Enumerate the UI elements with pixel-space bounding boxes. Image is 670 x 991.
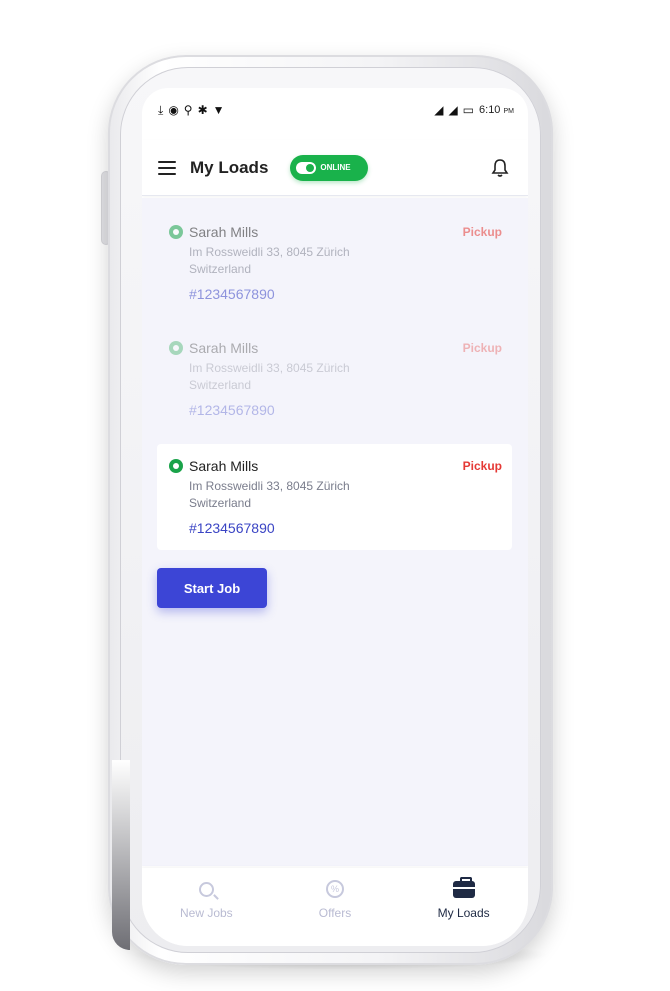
page-title: My Loads bbox=[190, 157, 269, 177]
nav-label: My Loads bbox=[437, 906, 490, 920]
load-id[interactable]: #1234567890 bbox=[189, 286, 502, 302]
battery-icon: ▭ bbox=[462, 103, 475, 117]
load-type-badge: Pickup bbox=[462, 459, 502, 473]
phone-screen: ⤓ ◉ ⚲ ✱ ▼ ◢ ◢ ▭ 6:10 PM My Loads ONLINE bbox=[142, 88, 528, 946]
nav-item-new-jobs[interactable]: New Jobs bbox=[151, 878, 261, 946]
status-right-icons: ◢ ◢ ▭ 6:10 PM bbox=[434, 104, 514, 116]
address-line-1: Im Rossweidli 33, 8045 Zürich bbox=[189, 479, 350, 493]
address-line-2: Switzerland bbox=[189, 262, 252, 276]
radio-selected-icon[interactable] bbox=[169, 341, 183, 355]
download-icon: ⤓ bbox=[158, 103, 164, 117]
status-time: 6:10 PM bbox=[479, 104, 514, 116]
load-address: Im Rossweidli 33, 8045 Zürich Switzerlan… bbox=[189, 244, 389, 278]
radio-selected-icon[interactable] bbox=[169, 459, 183, 473]
address-line-1: Im Rossweidli 33, 8045 Zürich bbox=[189, 361, 350, 375]
load-customer-name: Sarah Mills bbox=[189, 340, 259, 356]
phone-bottom-edge bbox=[112, 760, 130, 950]
load-id[interactable]: #1234567890 bbox=[189, 520, 502, 536]
location-icon: ⚲ bbox=[183, 103, 193, 117]
online-label: ONLINE bbox=[320, 163, 351, 172]
hotspot-icon: ◉ bbox=[168, 103, 179, 117]
address-line-2: Switzerland bbox=[189, 378, 252, 392]
address-line-1: Im Rossweidli 33, 8045 Zürich bbox=[189, 245, 350, 259]
nav-item-my-loads[interactable]: My Loads bbox=[409, 876, 519, 946]
load-type-badge: Pickup bbox=[462, 225, 502, 239]
hamburger-menu-icon[interactable] bbox=[158, 160, 176, 175]
address-line-2: Switzerland bbox=[189, 496, 252, 510]
status-left-icons: ⤓ ◉ ⚲ ✱ ▼ bbox=[158, 104, 225, 116]
load-address: Im Rossweidli 33, 8045 Zürich Switzerlan… bbox=[189, 478, 389, 512]
load-id[interactable]: #1234567890 bbox=[189, 402, 502, 418]
mockup-stage: ⤓ ◉ ⚲ ✱ ▼ ◢ ◢ ▭ 6:10 PM My Loads ONLINE bbox=[0, 0, 670, 991]
load-customer-name: Sarah Mills bbox=[189, 224, 259, 240]
bluetooth-icon: ✱ bbox=[197, 103, 208, 117]
online-toggle[interactable]: ONLINE bbox=[290, 154, 369, 181]
load-type-badge: Pickup bbox=[462, 341, 502, 355]
bottom-navigation: New Jobs % Offers My Loads bbox=[142, 868, 528, 946]
loads-list: Sarah Mills Pickup Im Rossweidli 33, 804… bbox=[142, 198, 528, 866]
nav-item-offers[interactable]: % Offers bbox=[280, 878, 390, 946]
radio-selected-icon[interactable] bbox=[169, 225, 183, 239]
nav-label: Offers bbox=[318, 906, 352, 920]
start-job-button[interactable]: Start Job bbox=[157, 568, 267, 608]
briefcase-icon bbox=[452, 876, 475, 900]
percent-badge-icon: % bbox=[325, 878, 344, 900]
wifi-icon: ▼ bbox=[212, 103, 225, 117]
bell-svg bbox=[491, 158, 509, 177]
app-bar: My Loads ONLINE bbox=[142, 140, 528, 196]
load-card[interactable]: Sarah Mills Pickup Im Rossweidli 33, 804… bbox=[157, 210, 512, 316]
load-address: Im Rossweidli 33, 8045 Zürich Switzerlan… bbox=[189, 360, 389, 394]
bell-icon[interactable] bbox=[488, 156, 512, 180]
nav-label: New Jobs bbox=[179, 906, 233, 920]
load-card-active[interactable]: Sarah Mills Pickup Im Rossweidli 33, 804… bbox=[157, 444, 512, 550]
toggle-switch-icon bbox=[296, 161, 317, 174]
load-customer-name: Sarah Mills bbox=[189, 458, 259, 474]
signal-r-icon: ◢ bbox=[448, 103, 458, 117]
search-icon bbox=[198, 878, 214, 900]
signal-icon: ◢ bbox=[434, 103, 444, 117]
load-card[interactable]: Sarah Mills Pickup Im Rossweidli 33, 804… bbox=[157, 326, 512, 432]
status-bar: ⤓ ◉ ⚲ ✱ ▼ ◢ ◢ ▭ 6:10 PM bbox=[142, 88, 528, 132]
